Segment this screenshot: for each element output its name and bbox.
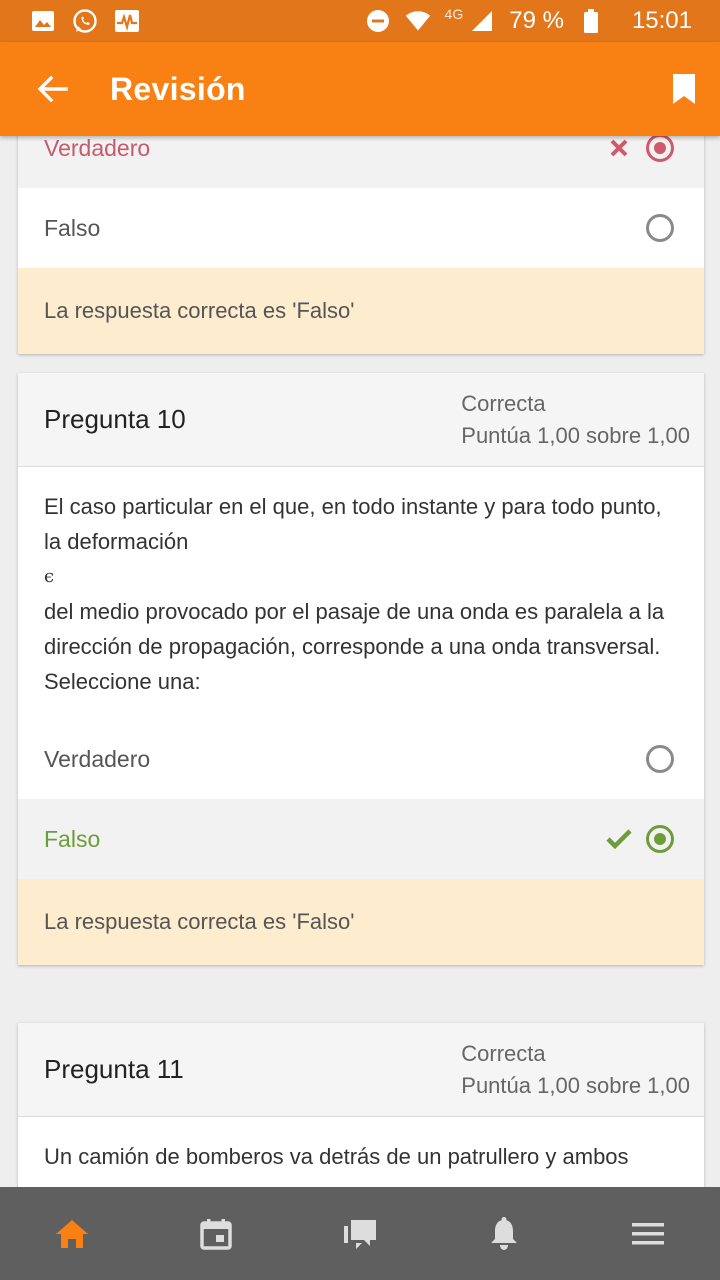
battery-icon [578, 8, 604, 34]
wifi-icon [405, 8, 431, 34]
network-type: 4G [444, 6, 464, 22]
whatsapp-icon [72, 8, 98, 34]
radio-selected[interactable] [646, 825, 674, 853]
option-verdadero[interactable]: Verdadero [18, 136, 704, 188]
nav-menu[interactable] [576, 1187, 720, 1280]
status-bar: 4G 79 % 15:01 [0, 0, 720, 42]
correct-answer-feedback: La respuesta correcta es 'Falso' [18, 879, 704, 965]
question-9-card: Verdadero Falso La respuesta correcta es… [18, 136, 704, 354]
bookmark-button[interactable] [648, 42, 720, 136]
radio-unselected[interactable] [646, 214, 674, 242]
option-label: Falso [44, 214, 101, 241]
cell-signal-icon [469, 8, 495, 34]
question-text-line: El caso particular en el que, en todo in… [44, 494, 662, 519]
notifications-icon [491, 1216, 517, 1250]
nav-calendar[interactable] [144, 1187, 288, 1280]
check-icon [604, 824, 634, 854]
messages-icon [344, 1219, 376, 1249]
nav-home[interactable] [0, 1187, 144, 1280]
correct-answer-feedback: La respuesta correcta es 'Falso' [18, 268, 704, 354]
nav-notifications[interactable] [432, 1187, 576, 1280]
bookmark-icon [673, 74, 695, 104]
home-icon [56, 1219, 88, 1248]
question-text: El caso particular en el que, en todo in… [18, 467, 704, 719]
arrow-back-icon [37, 75, 68, 103]
question-header: Pregunta 10 Correcta Puntúa 1,00 sobre 1… [18, 373, 704, 467]
question-status: Correcta [461, 390, 546, 416]
question-status: Correcta [461, 1040, 546, 1066]
epsilon-symbol: ϵ [44, 566, 55, 587]
radio-selected[interactable] [646, 136, 674, 162]
menu-icon [632, 1222, 664, 1244]
question-state: Correcta Puntúa 1,00 sobre 1,00 [461, 388, 690, 452]
battery-percentage: 79 % [509, 7, 564, 34]
question-title: Pregunta 11 [44, 1054, 184, 1084]
question-title: Pregunta 10 [44, 404, 186, 434]
question-state: Correcta Puntúa 1,00 sobre 1,00 [461, 1038, 690, 1102]
option-label: Verdadero [44, 745, 151, 772]
review-content[interactable]: Verdadero Falso La respuesta correcta es… [0, 136, 720, 1187]
question-text-line: del medio provocado por el pasaje de una… [44, 599, 665, 694]
gallery-icon [30, 8, 56, 34]
do-not-disturb-icon [365, 8, 391, 34]
app-bar: Revisión [0, 42, 720, 136]
question-header: Pregunta 11 Correcta Puntúa 1,00 sobre 1… [18, 1023, 704, 1117]
bottom-navigation [0, 1187, 720, 1280]
question-text: Un camión de bomberos va detrás de un pa… [44, 1144, 629, 1169]
question-11-card: Pregunta 11 Correcta Puntúa 1,00 sobre 1… [18, 1023, 704, 1187]
radio-unselected[interactable] [646, 745, 674, 773]
option-verdadero[interactable]: Verdadero [18, 719, 704, 799]
nav-messages[interactable] [288, 1187, 432, 1280]
clock: 15:01 [631, 7, 692, 34]
question-score: Puntúa 1,00 sobre 1,00 [461, 422, 690, 448]
calendar-icon [200, 1218, 232, 1250]
option-falso[interactable]: Falso [18, 799, 704, 879]
question-10-card: Pregunta 10 Correcta Puntúa 1,00 sobre 1… [18, 373, 704, 965]
page-title: Revisión [110, 70, 246, 107]
back-button[interactable] [0, 42, 110, 136]
cross-icon [604, 136, 634, 163]
option-label: Falso [44, 825, 101, 852]
activity-monitor-icon [114, 8, 140, 34]
question-text-line: la deformación [44, 529, 189, 554]
option-falso[interactable]: Falso [18, 188, 704, 268]
question-score: Puntúa 1,00 sobre 1,00 [461, 1072, 690, 1098]
option-label: Verdadero [44, 136, 151, 161]
